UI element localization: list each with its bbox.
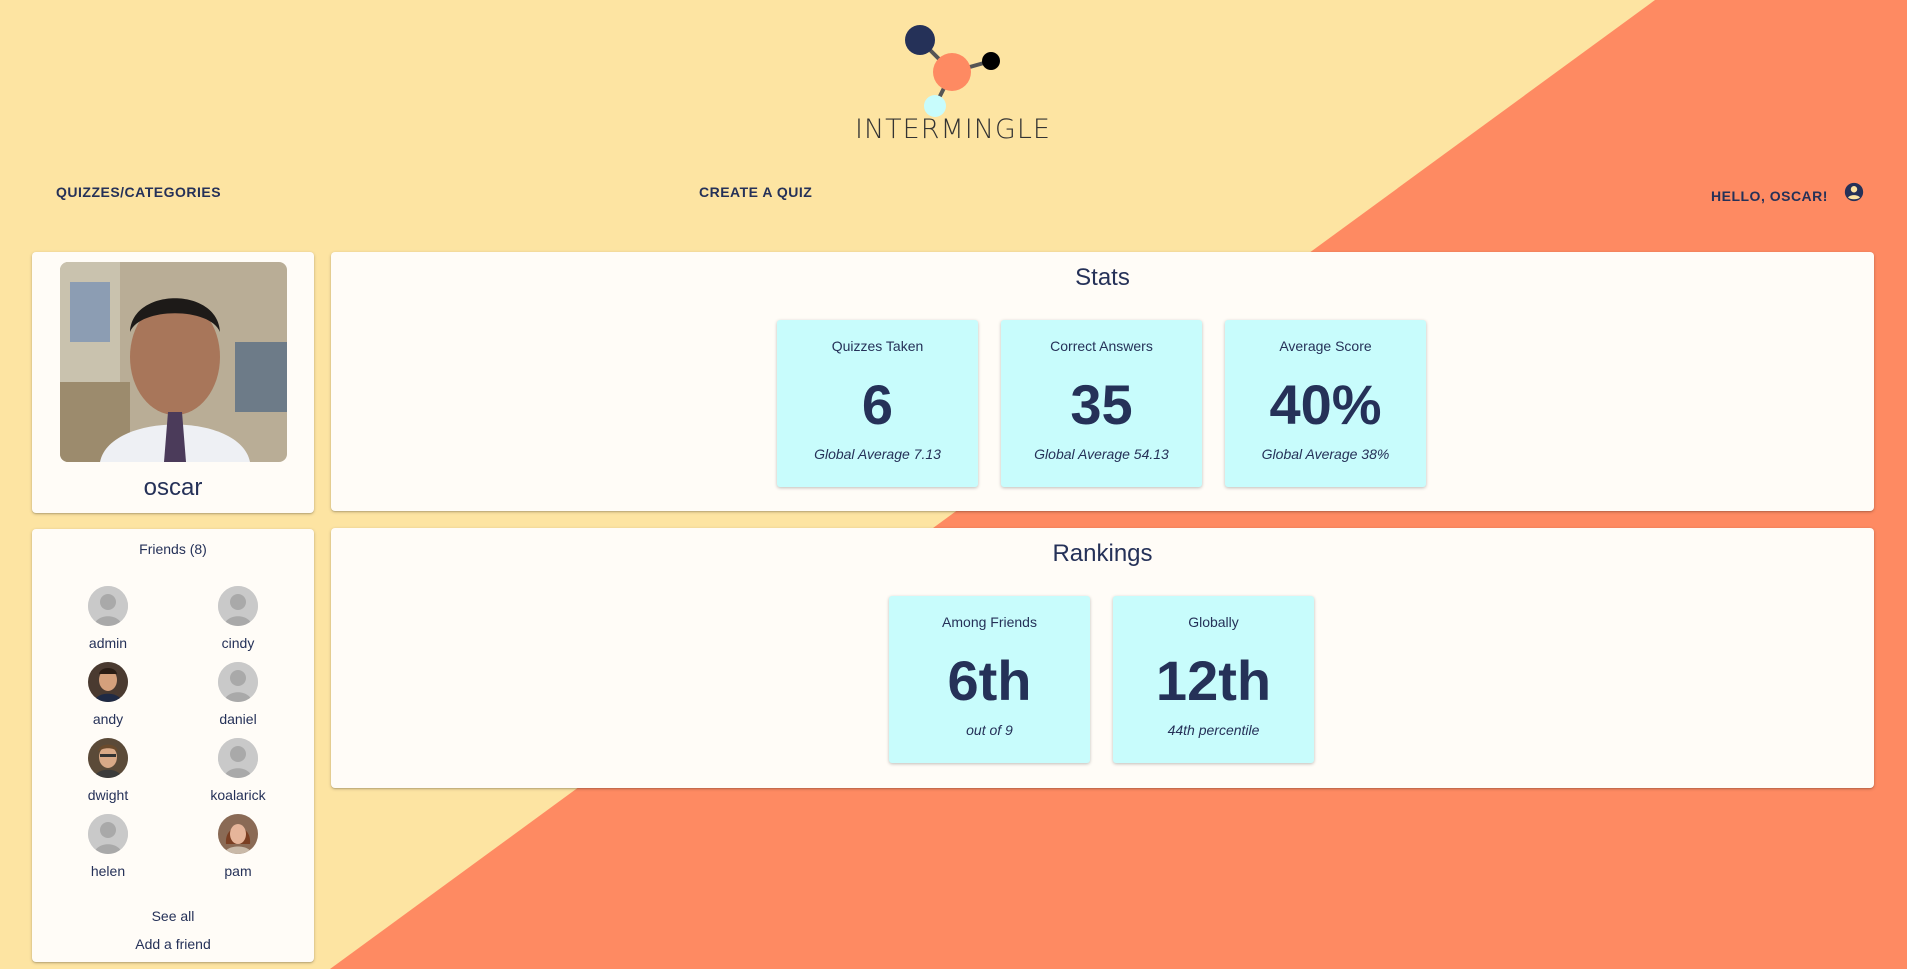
default-avatar-icon [218, 586, 258, 626]
ranking-tile-among-friends: Among Friends 6th out of 9 [889, 596, 1090, 763]
friend-name: andy [92, 711, 124, 727]
friend-item[interactable]: pam [178, 814, 298, 879]
logo-text: INTERMINGLE [855, 114, 1051, 145]
see-all-friends-link[interactable]: See all [32, 908, 314, 924]
friend-item[interactable]: dwight [48, 738, 168, 803]
stats-title: Stats [1075, 264, 1130, 291]
ranking-label: Globally [1188, 614, 1239, 630]
friend-item[interactable]: daniel [178, 662, 298, 727]
rankings-card: Rankings Among Friends 6th out of 9 Glob… [331, 528, 1874, 788]
rankings-title: Rankings [1052, 540, 1153, 567]
profile-photo [60, 262, 287, 462]
friend-photo-avatar [88, 738, 128, 778]
stat-global-average: Global Average 38% [1261, 446, 1390, 462]
stat-tile-correct-answers: Correct Answers 35 Global Average 54.13 [1001, 320, 1202, 487]
nav-create-quiz[interactable]: CREATE A QUIZ [699, 184, 812, 200]
profile-username: oscar [143, 474, 203, 501]
stat-tile-average-score: Average Score 40% Global Average 38% [1225, 320, 1426, 487]
friend-item[interactable]: andy [48, 662, 168, 727]
friend-name: dwight [87, 787, 129, 803]
stats-card: Stats Quizzes Taken 6 Global Average 7.1… [331, 252, 1874, 511]
friend-name: daniel [219, 711, 257, 727]
friend-item[interactable]: koalarick [178, 738, 298, 803]
friend-name: pam [224, 863, 252, 879]
stat-label: Correct Answers [1050, 338, 1153, 354]
intermingle-logo[interactable]: INTERMINGLE [855, 20, 1050, 150]
friend-name: cindy [221, 635, 255, 651]
stat-tile-quizzes-taken: Quizzes Taken 6 Global Average 7.13 [777, 320, 978, 487]
add-friend-link[interactable]: Add a friend [32, 936, 314, 952]
stat-value: 6 [861, 373, 894, 436]
friend-item[interactable]: cindy [178, 586, 298, 651]
account-circle-icon[interactable] [1843, 181, 1865, 203]
stat-value: 35 [1070, 373, 1133, 436]
stat-global-average: Global Average 54.13 [1034, 446, 1169, 462]
ranking-sub: out of 9 [966, 722, 1013, 738]
ranking-sub: 44th percentile [1167, 722, 1260, 738]
friends-title: Friends (8) [139, 541, 207, 557]
default-avatar-icon [218, 662, 258, 702]
friend-item[interactable]: helen [48, 814, 168, 879]
stat-global-average: Global Average 7.13 [814, 446, 941, 462]
default-avatar-icon [88, 586, 128, 626]
friend-item[interactable]: admin [48, 586, 168, 651]
friend-photo-avatar [218, 814, 258, 854]
friend-photo-avatar [88, 662, 128, 702]
stat-label: Quizzes Taken [831, 338, 924, 354]
profile-card: oscar [32, 252, 314, 513]
ranking-label: Among Friends [942, 614, 1037, 630]
greeting-text: HELLO, OSCAR! [1711, 188, 1828, 204]
ranking-value: 6th [947, 649, 1032, 712]
friend-name: admin [88, 635, 128, 651]
friend-name: koalarick [210, 787, 266, 803]
friend-name: helen [90, 863, 126, 879]
nav-quizzes-categories[interactable]: QUIZZES/CATEGORIES [56, 184, 221, 200]
stat-label: Average Score [1279, 338, 1372, 354]
default-avatar-icon [88, 814, 128, 854]
default-avatar-icon [218, 738, 258, 778]
friends-card: Friends (8) admin cindy andy daniel dwig… [32, 529, 314, 962]
ranking-value: 12th [1155, 649, 1272, 712]
ranking-tile-globally: Globally 12th 44th percentile [1113, 596, 1314, 763]
stat-value: 40% [1269, 373, 1382, 436]
